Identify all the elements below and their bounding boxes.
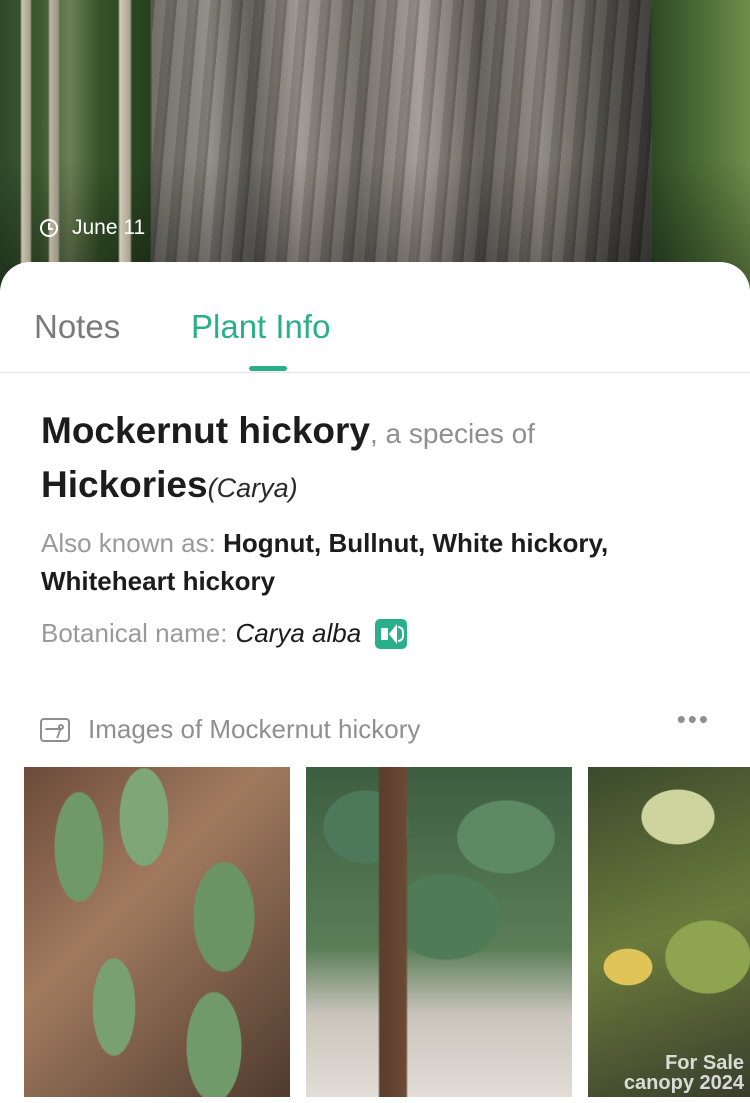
- also-known-as: Also known as: Hognut, Bullnut, White hi…: [41, 524, 721, 600]
- image-gallery: For Sale canopy 2024: [24, 767, 750, 1097]
- background-trees: [0, 0, 150, 290]
- tab-notes[interactable]: Notes: [34, 308, 120, 346]
- botanical-value: Carya alba: [235, 618, 362, 648]
- botanical-name-row: Botanical name: Carya alba: [41, 618, 408, 649]
- date-label: June 11: [72, 216, 146, 239]
- botanical-label: Botanical name:: [41, 618, 228, 648]
- plant-photo[interactable]: June 11: [0, 0, 750, 290]
- genus-scientific-name: (Carya): [207, 473, 298, 503]
- more-options-icon[interactable]: •••: [677, 704, 710, 735]
- clock-icon: [40, 219, 58, 237]
- watermark-line-2: canopy 2024: [623, 1072, 744, 1094]
- genus-common-name[interactable]: Hickories: [41, 464, 208, 505]
- tree-bark: [152, 0, 652, 290]
- plant-title: Mockernut hickory, a species of Hickorie…: [41, 408, 721, 516]
- also-known-label: Also known as:: [41, 528, 224, 558]
- species-connector: , a species of: [369, 418, 535, 449]
- gallery-icon: [40, 717, 70, 742]
- active-tab-indicator: [249, 366, 287, 371]
- plant-detail-sheet: Notes Plant Info Mockernut hickory, a sp…: [0, 262, 750, 1103]
- watermark-line-1: For Sale: [665, 1052, 744, 1074]
- images-section-header: Images of Mockernut hickory •••: [40, 704, 710, 745]
- speaker-icon[interactable]: [375, 618, 408, 649]
- photo-date: June 11: [40, 216, 145, 240]
- tab-plant-info[interactable]: Plant Info: [191, 308, 330, 346]
- plant-image-3[interactable]: For Sale canopy 2024: [588, 767, 750, 1097]
- tab-bar: Notes Plant Info: [0, 262, 750, 373]
- images-title: Images of Mockernut hickory: [88, 714, 421, 744]
- common-name: Mockernut hickory: [41, 410, 370, 451]
- plant-image-1[interactable]: [24, 767, 290, 1097]
- plant-image-2[interactable]: [306, 767, 572, 1097]
- image-watermark: For Sale canopy 2024: [624, 1053, 744, 1093]
